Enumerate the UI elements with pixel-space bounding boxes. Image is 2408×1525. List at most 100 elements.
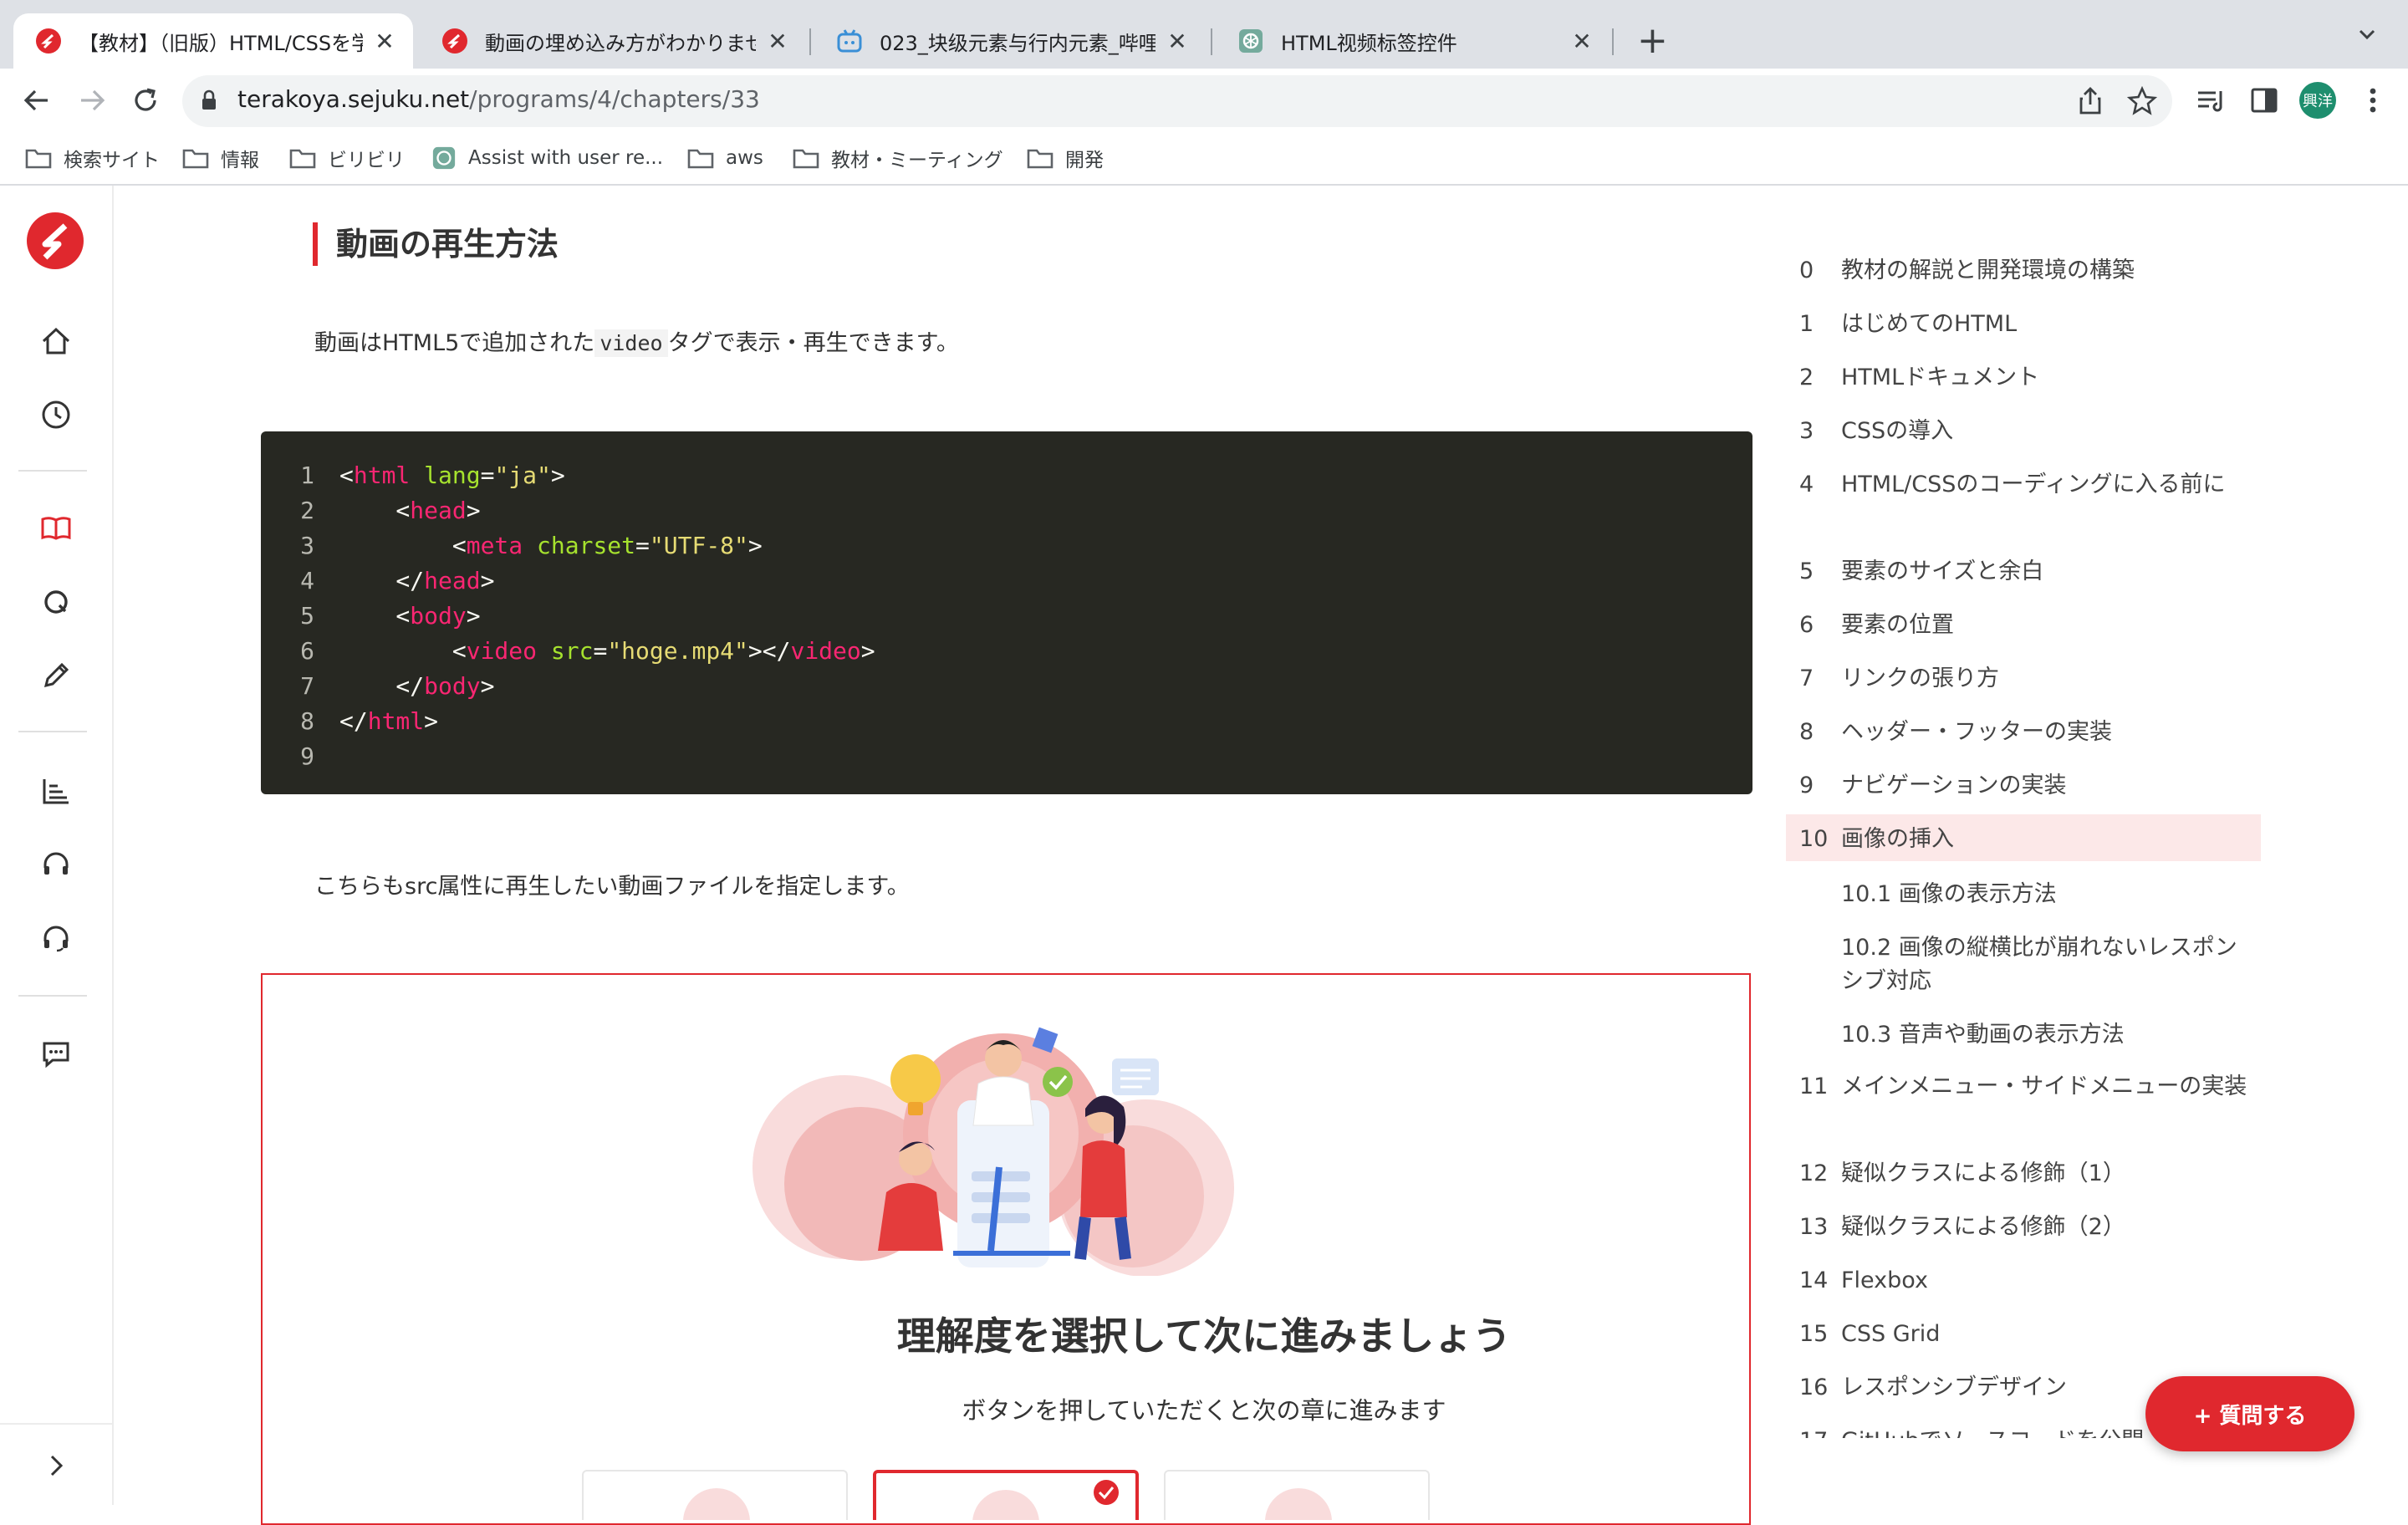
- exercise-nav[interactable]: [38, 657, 74, 694]
- toc-label: 疑似クラスによる修飾（1）: [1841, 1160, 2125, 1186]
- line-number: 4: [300, 567, 314, 594]
- bookmark-4[interactable]: aws: [687, 144, 763, 172]
- toc-item[interactable]: 3 CSSの導入: [1786, 406, 2261, 453]
- toc-item[interactable]: 14 Flexbox: [1786, 1256, 2261, 1303]
- bookmark-0[interactable]: 検索サイト: [25, 144, 160, 172]
- toc-subitem[interactable]: 10.1 画像の表示方法: [1841, 878, 2259, 911]
- reload-button[interactable]: [129, 84, 162, 117]
- understanding-option-3[interactable]: [1164, 1470, 1430, 1520]
- sidebar-divider: [18, 470, 87, 472]
- bookmark-label: 教材・ミーティング: [831, 150, 1003, 171]
- qa-nav[interactable]: [38, 584, 74, 620]
- tab-2[interactable]: 023_块级元素与行内元素_哔哩哔哩 ✕: [814, 13, 1206, 69]
- arrow-left-icon: [23, 89, 48, 111]
- toc-item[interactable]: 13 疑似クラスによる修飾（2）: [1786, 1202, 2261, 1249]
- code-token: >: [550, 462, 565, 489]
- sidebar-expand-button[interactable]: [0, 1423, 112, 1507]
- side-panel-icon[interactable]: [2247, 84, 2281, 117]
- code-token: charset: [537, 532, 636, 559]
- code-token: >: [466, 497, 481, 524]
- headset-icon: [43, 852, 69, 875]
- chat-nav[interactable]: [38, 1035, 74, 1072]
- code-token: html: [353, 462, 411, 489]
- toc-label: リンクの張り方: [1841, 666, 1999, 691]
- toc-item[interactable]: 9 ナビゲーションの実装: [1786, 761, 2261, 808]
- line-number: 5: [300, 602, 314, 630]
- toc-label: ヘッダー・フッターの実装: [1841, 719, 2112, 745]
- close-icon[interactable]: ✕: [1166, 28, 1189, 55]
- share-icon[interactable]: [2075, 86, 2105, 116]
- toc-item[interactable]: 1 はじめてのHTML: [1786, 299, 2261, 346]
- close-icon[interactable]: ✕: [1570, 28, 1594, 55]
- home-nav[interactable]: [38, 323, 74, 360]
- line-number: 8: [300, 707, 314, 735]
- line-number: 6: [300, 637, 314, 665]
- forward-button[interactable]: [75, 84, 109, 117]
- history-nav[interactable]: [38, 396, 74, 433]
- toc-item[interactable]: 11 メインメニュー・サイドメニューの実装: [1786, 1062, 2261, 1145]
- tab-title: HTML视频标签控件: [1281, 31, 1457, 55]
- toc-item[interactable]: 5 要素のサイズと余白: [1786, 547, 2261, 594]
- toc-label: CSSの導入: [1841, 418, 1954, 444]
- toc-number: 4: [1799, 472, 1814, 497]
- close-icon[interactable]: ✕: [373, 28, 396, 55]
- tab-1[interactable]: 動画の埋め込み方がわかりません | ✕: [420, 13, 806, 69]
- bookmark-5[interactable]: 教材・ミーティング: [793, 144, 1003, 172]
- chat-bubble-icon: [43, 1042, 69, 1069]
- toc-item[interactable]: 0 教材の解説と開発環境の構築: [1786, 246, 2261, 293]
- toc-item[interactable]: 4 HTML/CSSのコーディングに入る前に: [1786, 460, 2261, 543]
- bookmark-6[interactable]: 開発: [1027, 144, 1104, 172]
- tab-separator: [1211, 28, 1212, 55]
- code-token: <: [339, 462, 354, 489]
- toc-item[interactable]: 2 HTMLドキュメント: [1786, 353, 2261, 400]
- toc-item[interactable]: 8 ヘッダー・フッターの実装: [1786, 707, 2261, 754]
- progress-nav[interactable]: [38, 773, 74, 809]
- close-icon[interactable]: ✕: [766, 28, 789, 55]
- ask-question-button[interactable]: + 質問する: [2145, 1376, 2354, 1451]
- url-text[interactable]: terakoya.sejuku.net/programs/4/chapters/…: [237, 85, 760, 113]
- toc-item[interactable]: 7 リンクの張り方: [1786, 654, 2261, 701]
- clock-icon: [42, 400, 70, 429]
- book-icon: [41, 517, 71, 540]
- toc-item[interactable]: 12 疑似クラスによる修飾（1）: [1786, 1149, 2261, 1196]
- people-illustration: [752, 1027, 1234, 1276]
- code-line: 5 <body>: [261, 599, 480, 634]
- back-button[interactable]: [20, 84, 54, 117]
- understanding-option-2[interactable]: [873, 1470, 1139, 1520]
- mentor-nav[interactable]: [38, 920, 74, 956]
- tab-0[interactable]: 【教材】（旧版）HTML/CSSを学 ✕: [13, 13, 413, 69]
- toc-item[interactable]: 10 画像の挿入: [1786, 814, 2261, 861]
- code-token: body: [410, 602, 467, 630]
- bilibili-icon: [837, 29, 862, 53]
- bookmark-3[interactable]: Assist with user re...: [431, 144, 663, 172]
- toc-item[interactable]: 15 CSS Grid: [1786, 1309, 2261, 1356]
- toc-label: メインメニュー・サイドメニューの実装: [1841, 1074, 2247, 1099]
- kebab-menu-icon[interactable]: [2356, 84, 2390, 117]
- line-number: 1: [300, 462, 314, 489]
- sidebar-divider: [18, 995, 87, 997]
- samurai-logo-icon: [36, 28, 61, 54]
- chatgpt-icon: [432, 146, 456, 170]
- support-nav[interactable]: [38, 846, 74, 883]
- question-q-icon: [44, 590, 68, 614]
- folder-icon: [289, 149, 316, 169]
- bookmark-star-icon[interactable]: [2127, 86, 2157, 116]
- tab-3[interactable]: HTML视频标签控件 ✕: [1216, 13, 1610, 69]
- toc-item[interactable]: 6 要素の位置: [1786, 600, 2261, 647]
- toc-subitem[interactable]: 10.3 音声や動画の表示方法: [1841, 1018, 2259, 1052]
- curriculum-nav[interactable]: [38, 510, 74, 547]
- bookmark-1[interactable]: 情報: [182, 144, 259, 172]
- reading-list-icon[interactable]: [2194, 84, 2227, 117]
- profile-avatar[interactable]: 興洋: [2299, 82, 2336, 119]
- toc-subitem[interactable]: 10.2 画像の縦横比が崩れないレスポンシブ対応: [1841, 931, 2259, 998]
- samurai-logo-icon[interactable]: [25, 211, 85, 271]
- chevron-down-icon[interactable]: [2356, 23, 2378, 45]
- understanding-option-1[interactable]: [582, 1470, 848, 1520]
- bookmark-2[interactable]: ビリビリ: [289, 144, 405, 172]
- new-tab-button[interactable]: +: [1637, 22, 1668, 60]
- toc-label: CSS Grid: [1841, 1321, 1941, 1347]
- lock-icon[interactable]: [201, 89, 217, 111]
